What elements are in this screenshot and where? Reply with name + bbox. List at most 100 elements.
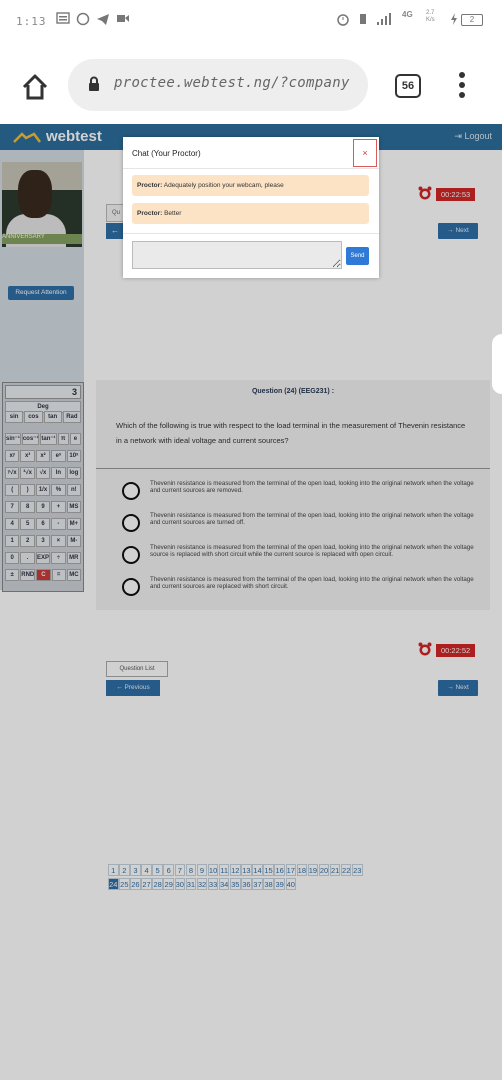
calculator-key[interactable]: 7 <box>5 501 20 513</box>
calculator-key[interactable]: - <box>51 518 66 530</box>
next-button[interactable]: → Next <box>438 680 478 696</box>
calculator-key[interactable]: x³ <box>20 450 35 462</box>
next-button-top[interactable]: → Next <box>438 223 478 239</box>
calculator-key[interactable]: 8 <box>20 501 35 513</box>
page-number-link[interactable]: 7 <box>174 864 186 876</box>
page-number-link[interactable]: 18 <box>296 864 308 876</box>
radio-button[interactable] <box>122 578 140 596</box>
calculator-key[interactable]: 1 <box>5 535 20 547</box>
calculator-key[interactable]: . <box>20 552 35 564</box>
calculator-key[interactable]: ÷ <box>51 552 66 564</box>
site-logo[interactable]: webtest <box>12 128 102 145</box>
calculator-key[interactable]: π <box>57 433 69 445</box>
page-number-link[interactable]: 19 <box>307 864 319 876</box>
page-number-link[interactable]: 10 <box>207 864 219 876</box>
previous-button-top[interactable]: ← <box>106 223 124 239</box>
page-number-link[interactable]: 36 <box>241 878 252 890</box>
page-number-link[interactable]: 11 <box>218 864 230 876</box>
page-number-link[interactable]: 32 <box>196 878 208 890</box>
page-number-link[interactable]: 33 <box>207 878 219 890</box>
calculator-key[interactable]: xʸ <box>5 450 20 462</box>
calculator-key[interactable]: eˣ <box>51 450 66 462</box>
page-number-link[interactable]: 37 <box>252 878 263 890</box>
calculator-key[interactable]: ± <box>5 569 20 581</box>
page-number-link[interactable]: 20 <box>318 864 330 876</box>
radio-button[interactable] <box>122 546 140 564</box>
page-number-link[interactable]: 6 <box>163 864 174 876</box>
calculator-key[interactable]: 0 <box>5 552 20 564</box>
calculator-key[interactable]: ) <box>20 484 35 496</box>
calculator-key[interactable]: cos⁻¹ <box>21 433 40 445</box>
page-number-link[interactable]: 3 <box>130 864 141 876</box>
calculator-key[interactable]: MC <box>66 569 81 581</box>
page-number-link[interactable]: 14 <box>252 864 263 876</box>
calculator-key[interactable]: × <box>51 535 66 547</box>
request-attention-button[interactable]: Request Attention <box>8 286 74 300</box>
calculator-key[interactable]: ln <box>51 467 66 479</box>
page-number-link[interactable]: 28 <box>152 878 163 890</box>
close-button[interactable]: × <box>353 139 377 167</box>
calculator-key[interactable]: RND <box>20 569 36 581</box>
page-number-link[interactable]: 39 <box>274 878 285 890</box>
page-number-link[interactable]: 31 <box>185 878 197 890</box>
answer-option-1[interactable]: Thevenin resistance is measured from the… <box>122 480 482 504</box>
calculator-key[interactable]: + <box>51 501 66 513</box>
page-number-link[interactable]: 40 <box>285 878 296 890</box>
send-button[interactable]: Send <box>346 247 369 265</box>
calculator-key[interactable]: n! <box>66 484 82 496</box>
page-number-link[interactable]: 22 <box>340 864 352 876</box>
page-number-link[interactable]: 25 <box>119 878 130 890</box>
page-number-link[interactable]: 24 <box>108 878 119 890</box>
page-number-link[interactable]: 23 <box>352 864 363 876</box>
logout-link[interactable]: ⇥ Logout <box>454 131 492 142</box>
calculator-key[interactable]: tan⁻¹ <box>40 433 57 445</box>
question-list-button[interactable]: Question List <box>106 661 168 677</box>
page-number-link[interactable]: 30 <box>174 878 186 890</box>
calculator-key[interactable]: 6 <box>35 518 51 530</box>
calculator-key[interactable]: Rad <box>62 411 81 423</box>
address-bar[interactable]: proctee.webtest.ng/?company <box>68 59 368 111</box>
calculator-key[interactable]: MS <box>66 501 82 513</box>
calculator-key[interactable]: = <box>51 569 66 581</box>
page-number-link[interactable]: 4 <box>141 864 152 876</box>
calculator-key[interactable]: tan <box>43 411 62 423</box>
page-number-link[interactable]: 2 <box>119 864 130 876</box>
calculator-key[interactable]: cos <box>24 411 43 423</box>
radio-button[interactable] <box>122 514 140 532</box>
page-number-link[interactable]: 35 <box>230 878 241 890</box>
calculator-key[interactable]: ³√x <box>20 467 35 479</box>
calculator-key[interactable]: C <box>36 569 51 581</box>
calculator-key[interactable]: √x <box>35 467 51 479</box>
calculator-key[interactable]: x² <box>35 450 51 462</box>
page-number-link[interactable]: 13 <box>241 864 252 876</box>
page-number-link[interactable]: 21 <box>329 864 341 876</box>
page-number-link[interactable]: 17 <box>285 864 296 876</box>
calculator-key[interactable]: EXP <box>35 552 51 564</box>
calculator-key[interactable]: 2 <box>20 535 35 547</box>
calculator-key[interactable]: 4 <box>5 518 20 530</box>
page-number-link[interactable]: 29 <box>163 878 174 890</box>
page-number-link[interactable]: 34 <box>218 878 230 890</box>
page-number-link[interactable]: 1 <box>108 864 119 876</box>
answer-option-4[interactable]: Thevenin resistance is measured from the… <box>122 576 482 600</box>
calculator-key[interactable]: ʸ√x <box>5 467 20 479</box>
home-icon[interactable] <box>20 72 50 102</box>
page-number-link[interactable]: 12 <box>230 864 241 876</box>
calculator-key[interactable]: log <box>66 467 82 479</box>
calculator-key[interactable]: 10ˣ <box>66 450 82 462</box>
page-number-link[interactable]: 27 <box>141 878 152 890</box>
page-number-link[interactable]: 16 <box>274 864 285 876</box>
answer-option-3[interactable]: Thevenin resistance is measured from the… <box>122 544 482 568</box>
page-number-link[interactable]: 26 <box>130 878 141 890</box>
radio-button[interactable] <box>122 482 140 500</box>
page-number-link[interactable]: 15 <box>263 864 274 876</box>
calculator-key[interactable]: 5 <box>20 518 35 530</box>
tab-switcher-button[interactable]: 56 <box>395 74 421 98</box>
page-number-link[interactable]: 9 <box>196 864 208 876</box>
page-number-link[interactable]: 5 <box>152 864 163 876</box>
calculator-key[interactable]: % <box>51 484 66 496</box>
chat-input[interactable] <box>132 241 342 269</box>
page-number-link[interactable]: 8 <box>185 864 197 876</box>
calculator-key[interactable]: e <box>69 433 81 445</box>
calculator-key[interactable]: 3 <box>35 535 51 547</box>
